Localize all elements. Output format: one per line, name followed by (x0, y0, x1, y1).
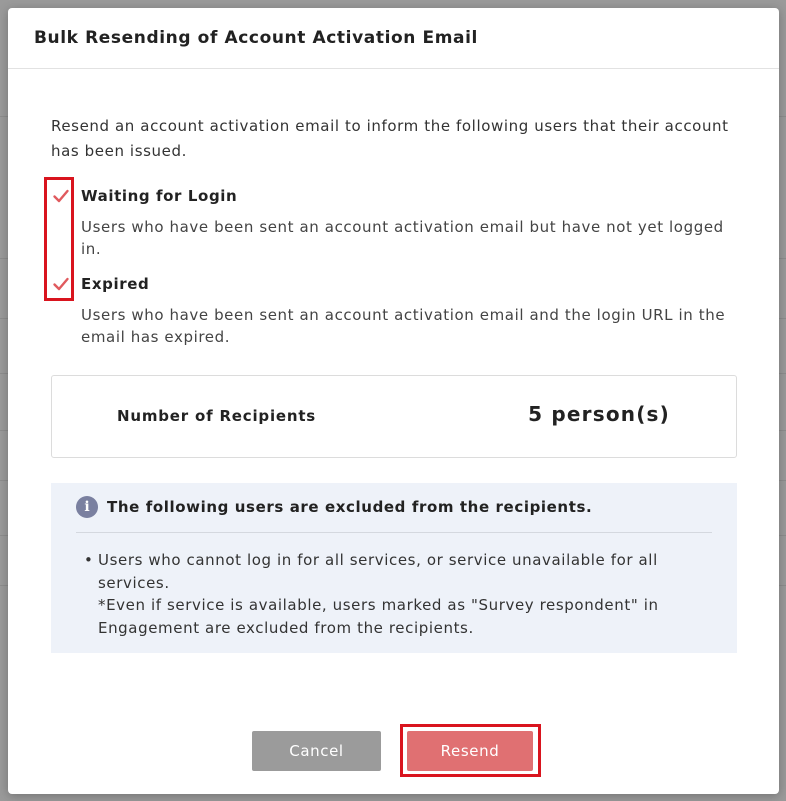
expired-description: Users who have been sent an account acti… (81, 306, 726, 346)
expired-label[interactable]: Expired (81, 274, 737, 294)
waiting-for-login-checkbox[interactable] (51, 186, 71, 206)
modal-title: Bulk Resending of Account Activation Ema… (34, 28, 478, 48)
recipients-count: 5 person(s) (528, 402, 670, 426)
modal-header: Bulk Resending of Account Activation Ema… (8, 8, 779, 69)
cancel-button[interactable]: Cancel (252, 731, 381, 771)
waiting-for-login-label[interactable]: Waiting for Login (81, 186, 737, 206)
excluded-header: i The following users are excluded from … (76, 496, 712, 533)
list-bullet: • (84, 551, 94, 569)
intro-text: Resend an account activation email to in… (51, 117, 729, 160)
modal-body: Resend an account activation email to in… (44, 68, 737, 653)
option-expired: Expired Users who have been sent an acco… (51, 274, 737, 348)
checkmark-icon (53, 277, 69, 291)
expired-checkbox[interactable] (51, 274, 71, 294)
modal-footer: Cancel Resend (8, 724, 779, 777)
recipients-summary: Number of Recipients 5 person(s) (51, 375, 737, 458)
excluded-item-line: Users who cannot log in for all services… (98, 551, 658, 592)
resend-button[interactable]: Resend (407, 731, 533, 771)
info-icon: i (76, 496, 98, 518)
option-waiting-for-login: Waiting for Login Users who have been se… (51, 186, 737, 260)
excluded-list: • Users who cannot log in for all servic… (84, 549, 717, 639)
checkmark-icon (53, 189, 69, 203)
waiting-for-login-description: Users who have been sent an account acti… (81, 218, 724, 258)
excluded-users-notice: i The following users are excluded from … (51, 483, 737, 653)
resend-activation-modal: Bulk Resending of Account Activation Ema… (8, 8, 779, 794)
excluded-title: The following users are excluded from th… (107, 498, 593, 516)
status-options: Waiting for Login Users who have been se… (44, 177, 737, 348)
excluded-item-note: *Even if service is available, users mar… (98, 596, 659, 637)
recipients-label: Number of Recipients (117, 407, 317, 425)
